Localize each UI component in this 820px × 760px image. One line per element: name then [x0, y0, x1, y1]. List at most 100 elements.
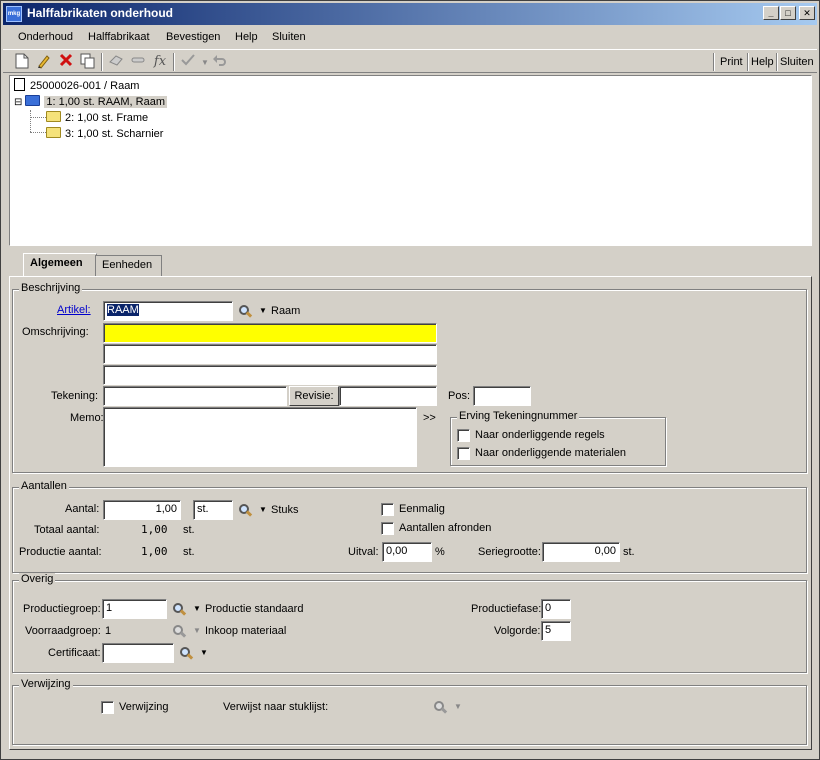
toolbar-separator	[713, 53, 715, 71]
aantal-label: Aantal:	[65, 503, 100, 515]
document-icon	[14, 78, 25, 91]
application-window: mkg Halffabrikaten onderhoud _ □ ✕ Onder…	[0, 0, 820, 760]
certificaat-dropdown-icon[interactable]: ▼	[200, 649, 208, 657]
confirm-dropdown-icon[interactable]: ▼	[201, 59, 209, 67]
artikel-link[interactable]: Artikel:	[57, 303, 91, 317]
voorraadgroep-search-icon	[172, 624, 186, 638]
productiegroep-dropdown-icon[interactable]: ▼	[193, 605, 201, 613]
uitval-unit: %	[435, 546, 445, 558]
productiefase-input[interactable]: 0	[541, 599, 571, 619]
tree-line	[30, 117, 46, 118]
tree-root[interactable]: 25000026-001 / Raam	[14, 78, 139, 94]
afronden-label: Aantallen afronden	[399, 522, 492, 534]
close-window-button[interactable]: ✕	[799, 6, 815, 20]
maximize-button[interactable]: □	[780, 6, 796, 20]
tree-node-label: 2: 1,00 st. Frame	[65, 112, 149, 124]
eraser-icon[interactable]	[107, 53, 125, 71]
tab-eenheden[interactable]: Eenheden	[95, 255, 162, 276]
omschrijving-input-3[interactable]	[103, 365, 437, 385]
help-button[interactable]: Help	[751, 56, 774, 68]
function-icon[interactable]: fx	[151, 53, 169, 71]
tree-root-label: 25000026-001 / Raam	[30, 80, 140, 92]
certificaat-search-icon[interactable]	[179, 646, 193, 660]
print-button[interactable]: Print	[720, 56, 743, 68]
productiegroep-search-icon[interactable]	[172, 602, 186, 616]
productie-aantal-value: 1,00	[141, 545, 168, 558]
uitval-label: Uitval:	[348, 546, 379, 558]
pos-input[interactable]	[473, 386, 531, 406]
toolbar-separator	[173, 53, 175, 71]
erving-regels-checkbox[interactable]	[457, 429, 470, 442]
seriegrootte-input[interactable]: 0,00	[542, 542, 620, 562]
group-aantallen: Aantallen Aantal: 1,00 st. ▼ Stuks Totaa…	[12, 480, 807, 573]
certificaat-input[interactable]	[102, 643, 174, 663]
folder-icon	[46, 127, 61, 138]
unit-description: Stuks	[271, 504, 299, 516]
toolbar-separator	[776, 53, 778, 71]
stuklijst-search-icon	[433, 700, 447, 714]
omschrijving-label: Omschrijving:	[22, 326, 89, 338]
menu-sluiten[interactable]: Sluiten	[272, 31, 306, 43]
undo-icon[interactable]	[211, 53, 229, 71]
verwijzing-checkbox[interactable]	[101, 701, 114, 714]
seriegrootte-unit: st.	[623, 546, 635, 558]
toolbar-separator	[747, 53, 749, 71]
tekening-input[interactable]	[103, 386, 287, 406]
minimize-button[interactable]: _	[763, 6, 779, 20]
tree-node[interactable]: 2: 1,00 st. Frame	[46, 110, 148, 126]
memo-textarea[interactable]	[103, 407, 417, 467]
volgorde-input[interactable]: 5	[541, 621, 571, 641]
tab-algemeen[interactable]: Algemeen	[23, 253, 97, 276]
tree-node-label: 1: 1,00 st. RAAM, Raam	[44, 96, 167, 108]
tab-panel: Beschrijving Artikel: RAAM ▼ Raam Omschr…	[9, 276, 812, 750]
tekening-label: Tekening:	[51, 390, 99, 402]
menu-halffabrikaat[interactable]: Halffabrikaat	[88, 31, 150, 43]
menu-onderhoud[interactable]: Onderhoud	[18, 31, 73, 43]
memo-expand-button[interactable]: >>	[423, 411, 436, 425]
tree-line	[30, 132, 46, 133]
menu-help[interactable]: Help	[235, 31, 258, 43]
menu-bevestigen[interactable]: Bevestigen	[166, 31, 220, 43]
revisie-button[interactable]: Revisie:	[289, 386, 339, 406]
copy-icon[interactable]	[79, 53, 97, 71]
voorraadgroep-dropdown-icon: ▼	[193, 626, 201, 635]
uitval-input[interactable]: 0,00	[382, 542, 432, 562]
sluiten-button[interactable]: Sluiten	[780, 56, 814, 68]
memo-label: Memo:	[70, 412, 104, 424]
tab-strip: Algemeen Eenheden	[9, 253, 812, 277]
title-bar[interactable]: mkg Halffabrikaten onderhoud _ □ ✕	[3, 3, 817, 25]
clear-icon[interactable]	[129, 53, 147, 71]
revisie-input[interactable]	[339, 386, 437, 406]
group-overig: Overig Productiegroep: 1 ▼ Productie sta…	[12, 573, 807, 673]
window-title: Halffabrikaten onderhoud	[27, 6, 174, 20]
artikel-input[interactable]: RAAM	[103, 301, 233, 321]
collapse-icon[interactable]: ⊟	[14, 97, 22, 108]
confirm-check-icon[interactable]	[179, 53, 197, 71]
app-icon: mkg	[6, 6, 22, 22]
new-document-icon[interactable]	[13, 53, 31, 71]
productiegroep-description: Productie standaard	[205, 603, 304, 615]
tree-node[interactable]: ⊟ 1: 1,00 st. RAAM, Raam	[14, 94, 167, 110]
delete-x-icon[interactable]	[57, 53, 75, 71]
seriegrootte-label: Seriegrootte:	[478, 546, 541, 558]
unit-dropdown-icon[interactable]: ▼	[259, 506, 267, 514]
afronden-checkbox[interactable]	[381, 522, 394, 535]
pos-label: Pos:	[448, 390, 471, 402]
eenmalig-checkbox[interactable]	[381, 503, 394, 516]
aantal-input[interactable]: 1,00	[103, 500, 181, 520]
omschrijving-input-1[interactable]	[103, 323, 437, 343]
lookup-search-icon[interactable]	[238, 304, 252, 318]
omschrijving-input-2[interactable]	[103, 344, 437, 364]
menu-bar: Onderhoud Halffabrikaat Bevestigen Help …	[3, 27, 817, 47]
productiegroep-input[interactable]: 1	[102, 599, 167, 619]
unit-input[interactable]: st.	[193, 500, 233, 520]
tree-node[interactable]: 3: 1,00 st. Scharnier	[46, 126, 163, 142]
lookup-dropdown-icon[interactable]: ▼	[259, 307, 267, 315]
unit-search-icon[interactable]	[238, 503, 252, 517]
edit-pencil-icon[interactable]	[35, 53, 53, 71]
structure-tree[interactable]: 25000026-001 / Raam ⊟ 1: 1,00 st. RAAM, R…	[9, 75, 812, 246]
voorraadgroep-description: Inkoop materiaal	[205, 625, 287, 637]
group-title: Aantallen	[19, 480, 69, 492]
toolbar: fx ▼ Print Help Sluiten	[3, 49, 817, 73]
erving-materialen-checkbox[interactable]	[457, 447, 470, 460]
